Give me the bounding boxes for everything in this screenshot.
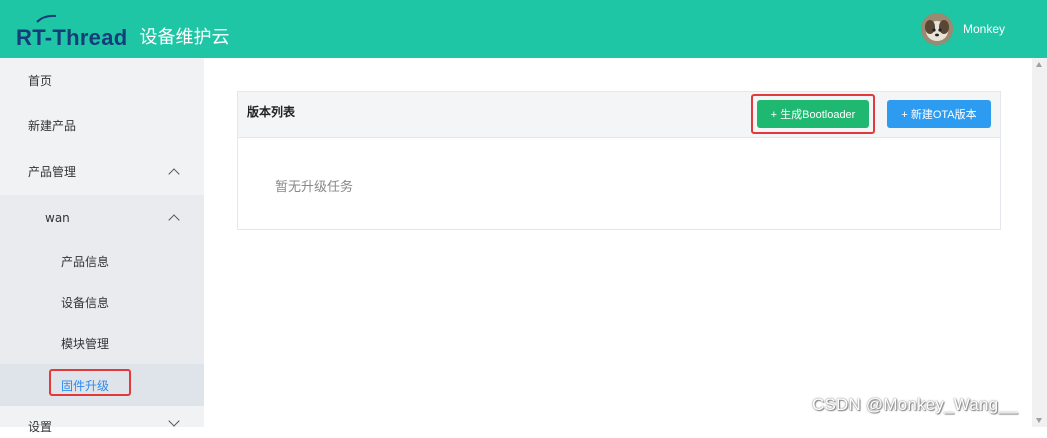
panel-header: 版本列表 + 生成Bootloader + 新建OTA版本	[238, 92, 1000, 138]
logo-swoosh-icon	[36, 14, 57, 23]
sidebar-item-product-info[interactable]: 产品信息	[0, 240, 204, 282]
logo-text: RT-Thread	[16, 25, 128, 50]
avatar-dog-icon	[920, 13, 953, 45]
sidebar: 首页 新建产品 产品管理 wan 产品信息 设备信息 模块管理 固件升级 设置	[0, 58, 204, 434]
new-ota-version-button[interactable]: + 新建OTA版本	[887, 100, 991, 128]
app-name: 设备维护云	[139, 27, 230, 48]
sidebar-item-label: 产品管理	[28, 165, 77, 179]
sidebar-item-label: wan	[45, 210, 70, 225]
sidebar-item-module-management[interactable]: 模块管理	[0, 322, 204, 364]
chevron-up-icon	[168, 213, 180, 226]
sidebar-item-product-management[interactable]: 产品管理	[0, 148, 204, 195]
sidebar-item-device-info[interactable]: 设备信息	[0, 282, 204, 322]
sidebar-item-label: 设备信息	[61, 295, 110, 310]
sidebar-item-settings[interactable]: 设置	[0, 408, 204, 438]
highlight-frame	[49, 369, 131, 396]
sidebar-item-new-product[interactable]: 新建产品	[0, 103, 204, 148]
chevron-down-icon	[168, 415, 180, 427]
chevron-up-icon	[168, 167, 180, 180]
watermark: CSDN @Monkey_Wang__	[812, 395, 1018, 414]
sidebar-item-label: 新建产品	[28, 119, 77, 133]
sidebar-item-label: 设置	[28, 419, 53, 434]
sidebar-item-wan[interactable]: wan	[0, 195, 204, 240]
sidebar-item-label: 首页	[28, 74, 53, 88]
avatar[interactable]	[920, 13, 953, 45]
panel-title: 版本列表	[247, 105, 296, 119]
scroll-up-arrow-icon[interactable]	[1036, 62, 1042, 67]
sidebar-item-label: 模块管理	[61, 336, 110, 351]
sidebar-item-home[interactable]: 首页	[0, 58, 204, 103]
logo[interactable]: RT-Thread 设备维护云	[16, 14, 230, 50]
user-name: Monkey	[962, 22, 1005, 36]
highlight-frame	[751, 94, 875, 134]
main-content: 版本列表 + 生成Bootloader + 新建OTA版本 暂无升级任务	[204, 58, 1032, 427]
scrollbar[interactable]	[1032, 58, 1047, 427]
sidebar-item-label: 产品信息	[61, 254, 110, 269]
user-menu[interactable]: Monkey	[920, 13, 1005, 45]
scroll-down-arrow-icon[interactable]	[1036, 418, 1042, 423]
empty-state-text: 暂无升级任务	[275, 180, 354, 195]
version-list-panel: 版本列表 + 生成Bootloader + 新建OTA版本 暂无升级任务	[237, 91, 1001, 230]
top-bar: RT-Thread 设备维护云 Monkey	[0, 0, 1047, 58]
